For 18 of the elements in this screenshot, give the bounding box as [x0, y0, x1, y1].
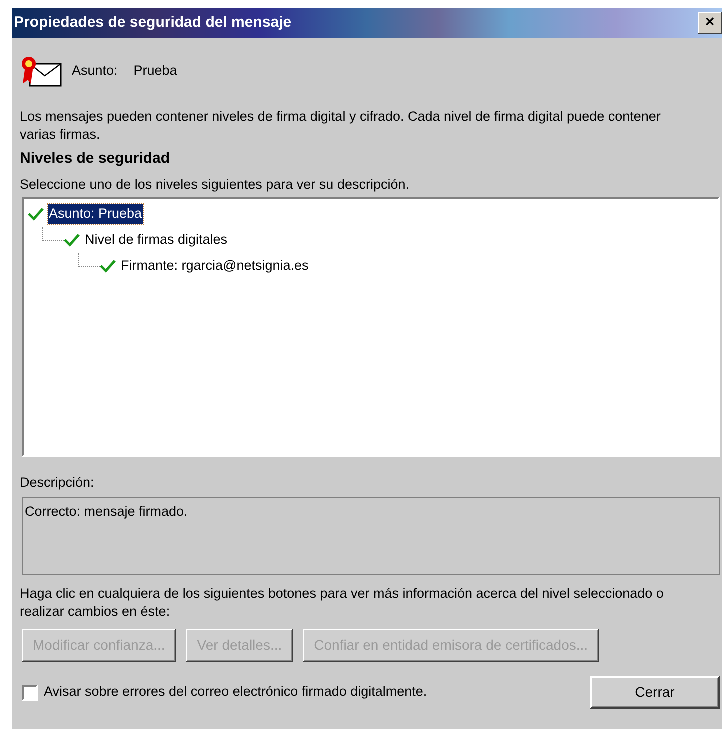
subject-label: Asunto:: [72, 62, 118, 80]
warn-checkbox[interactable]: [22, 684, 38, 700]
signed-envelope-icon: [20, 54, 62, 88]
tree-item[interactable]: Nivel de firmas digitales: [84, 230, 229, 250]
description-label: Descripción:: [19, 474, 96, 492]
tree-item[interactable]: Asunto: Prueba: [48, 204, 144, 224]
description-field: Correcto: mensaje firmado.: [22, 497, 720, 575]
tree-item[interactable]: Firmante: rgarcia@netsignia.es: [120, 256, 310, 276]
window-title: Propiedades de seguridad del mensaje: [13, 12, 292, 33]
subject-value: Prueba: [134, 62, 178, 80]
levels-hint: Seleccione uno de los niveles siguientes para ver su descripción.: [19, 176, 410, 194]
levels-heading: Niveles de seguridad: [19, 149, 172, 169]
intro-text: Los mensajes pueden contener niveles de firma digital y cifrado. Cada nivel de firma digital puede contener varias firmas.: [19, 108, 662, 144]
buttons-hint: Haga clic en cualquiera de los siguientes botones para ver más información acerca del nivel seleccionado o realizar cambios en éste:: [19, 585, 665, 621]
close-button[interactable]: ×: [698, 12, 722, 34]
close-dialog-button[interactable]: Cerrar: [590, 676, 720, 709]
security-levels-tree[interactable]: Asunto: Prueba Nivel de firmas digitales Firmante: rgarcia@netsignia.es: [22, 196, 720, 457]
warn-checkbox-label: Avisar sobre errores del correo electrónico firmado digitalmente.: [44, 683, 428, 702]
